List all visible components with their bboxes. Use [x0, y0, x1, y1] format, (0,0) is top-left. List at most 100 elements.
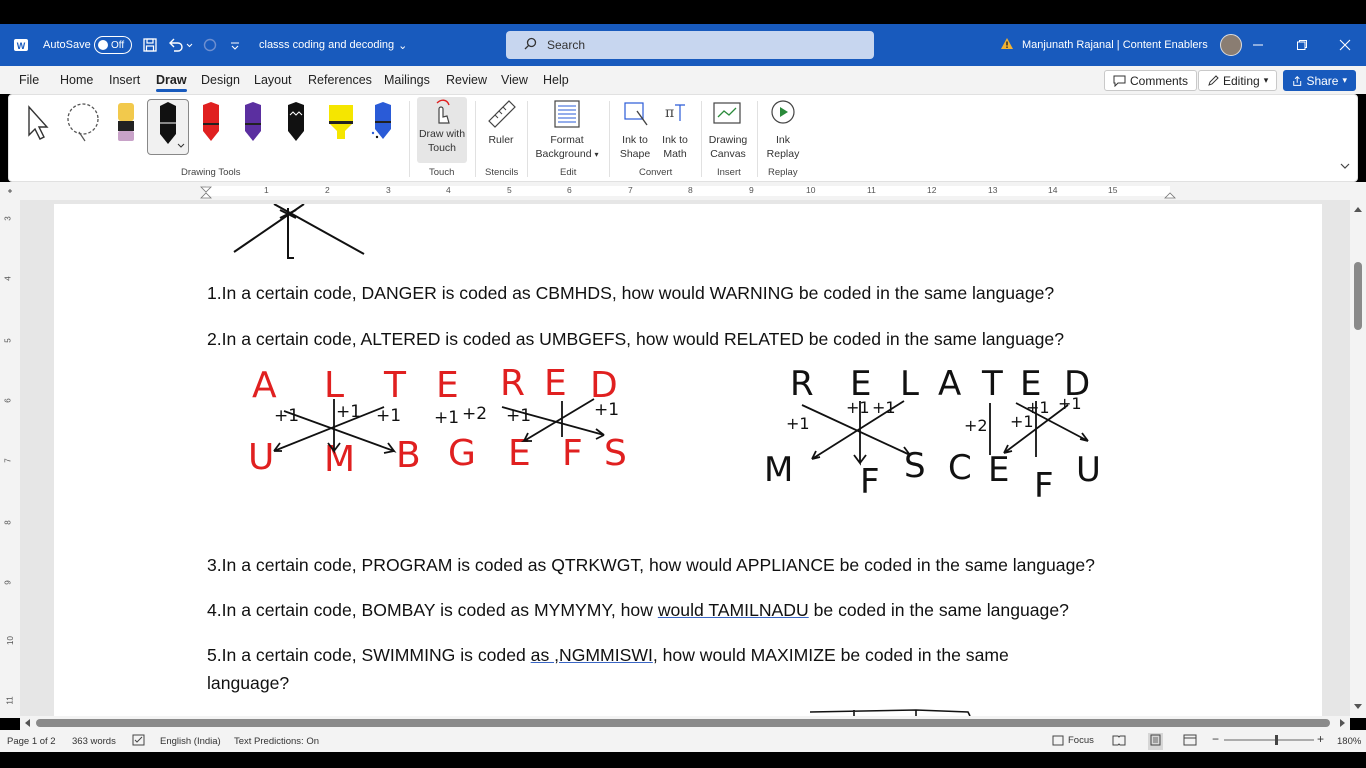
highlighter-yellow-tool[interactable]	[327, 101, 353, 143]
text-predictions[interactable]: Text Predictions: On	[234, 736, 319, 747]
tab-help[interactable]: Help	[543, 73, 569, 87]
ink-mark: +1	[872, 398, 896, 417]
collapse-ribbon-button[interactable]	[1339, 161, 1351, 174]
tab-layout[interactable]: Layout	[254, 73, 292, 87]
autosave-toggle[interactable]: Off	[94, 24, 132, 66]
redo-icon[interactable]	[202, 24, 218, 66]
ruler-button[interactable]: Ruler	[481, 97, 521, 147]
spelling-flag[interactable]: as ,NGMMISWI	[531, 645, 653, 665]
ruler-number: 6	[3, 398, 13, 403]
pen-galaxy-tool[interactable]	[370, 101, 392, 143]
scroll-thumb[interactable]	[36, 719, 1330, 727]
ink-letter: T	[383, 365, 407, 406]
close-button[interactable]	[1325, 24, 1365, 66]
tab-file[interactable]: File	[19, 73, 39, 87]
web-layout-icon[interactable]	[1183, 734, 1197, 749]
pen-purple-tool[interactable]	[242, 101, 264, 143]
tab-insert[interactable]: Insert	[109, 73, 140, 87]
document-canvas[interactable]: 1.In a certain code, DANGER is coded as …	[20, 200, 1350, 718]
ruler-number: 11	[5, 696, 15, 705]
pen-purple-icon	[245, 102, 261, 141]
ruler-number: 15	[1108, 185, 1118, 195]
selected-pen-tool[interactable]	[147, 99, 189, 155]
drawing-canvas-label-2: Canvas	[710, 148, 746, 160]
user-area[interactable]: Manjunath Rajanal | Content Enablers	[1000, 24, 1242, 66]
tab-home[interactable]: Home	[60, 73, 93, 87]
divider	[409, 101, 410, 177]
word-logo-icon: W	[13, 24, 29, 66]
pen-black-tool[interactable]	[285, 101, 307, 143]
document-page[interactable]: 1.In a certain code, DANGER is coded as …	[54, 204, 1322, 718]
ink-mark: +1	[594, 400, 619, 420]
ink-letter: A	[252, 365, 277, 406]
pen-red-icon	[203, 102, 219, 141]
share-button[interactable]: Share ▾	[1283, 70, 1356, 91]
divider	[527, 101, 528, 177]
document-title[interactable]: classs coding and decoding ⌄	[259, 24, 407, 66]
ruler-number: 3	[386, 185, 391, 195]
ruler-number: 13	[988, 185, 998, 195]
ink-to-math-button[interactable]: π Ink to Math	[655, 97, 695, 161]
editing-mode-button[interactable]: Editing ▾	[1198, 70, 1278, 91]
ink-replay-button[interactable]: Ink Replay	[763, 97, 803, 161]
ink-mark: +1	[786, 414, 810, 433]
scroll-thumb[interactable]	[1354, 262, 1362, 330]
restore-icon	[1297, 40, 1307, 50]
zoom-out-button[interactable]: −	[1212, 732, 1219, 746]
language[interactable]: English (India)	[160, 736, 221, 747]
undo-icon[interactable]	[167, 24, 193, 66]
ruler-number: 10	[5, 636, 15, 645]
vertical-scrollbar[interactable]	[1350, 200, 1366, 718]
focus-button[interactable]: Focus	[1052, 735, 1094, 746]
ink-letter: S	[604, 433, 627, 474]
tab-references[interactable]: References	[308, 73, 372, 87]
page-count[interactable]: Page 1 of 2	[7, 736, 56, 747]
pencil-icon	[1208, 74, 1219, 86]
ink-sketch-top	[233, 204, 365, 259]
tab-mailings[interactable]: Mailings	[384, 73, 430, 87]
ink-letter: F	[1034, 466, 1054, 504]
restore-button[interactable]	[1282, 24, 1322, 66]
tab-draw[interactable]: Draw	[156, 73, 187, 92]
ink-mark: +1	[336, 402, 361, 422]
ruler-number: 7	[3, 458, 13, 463]
divider	[475, 101, 476, 177]
draw-with-touch-button[interactable]: Draw with Touch	[417, 97, 467, 163]
customize-toolbar-icon[interactable]	[230, 24, 240, 66]
proofing-icon[interactable]	[132, 734, 145, 749]
minimize-button[interactable]	[1238, 24, 1278, 66]
print-layout-icon[interactable]	[1148, 733, 1163, 750]
tab-design[interactable]: Design	[201, 73, 240, 87]
ink-to-shape-button[interactable]: Ink to Shape	[615, 97, 655, 161]
lasso-select-button[interactable]	[63, 101, 103, 147]
select-tool-button[interactable]	[23, 103, 53, 145]
spelling-flag[interactable]: would TAMILNADU	[658, 600, 809, 620]
pen-galaxy-icon	[371, 102, 391, 139]
save-icon[interactable]	[142, 24, 158, 66]
ink-mark: +1	[1026, 398, 1050, 417]
scroll-up-icon	[1354, 207, 1362, 212]
format-background-button[interactable]: Format Background ▾	[531, 97, 603, 162]
pen-red-tool[interactable]	[200, 101, 222, 143]
read-mode-icon[interactable]	[1112, 734, 1126, 749]
word-count[interactable]: 363 words	[72, 736, 116, 747]
tab-review[interactable]: Review	[446, 73, 487, 87]
pencil-tool[interactable]	[115, 101, 137, 143]
group-label-stencils: Stencils	[485, 167, 519, 178]
ruler-number: 5	[3, 338, 13, 343]
comment-icon	[1113, 75, 1126, 87]
comments-button[interactable]: Comments	[1104, 70, 1198, 91]
search-input[interactable]: Search	[506, 31, 874, 59]
vertical-ruler[interactable]: 3 4 5 6 7 8 9 10 11	[0, 200, 20, 718]
close-icon	[1339, 39, 1351, 51]
scroll-left-icon	[25, 719, 30, 727]
zoom-slider[interactable]	[1224, 734, 1314, 749]
tab-view[interactable]: View	[501, 73, 528, 87]
zoom-level[interactable]: 180%	[1337, 736, 1361, 747]
ink-to-math-icon: π	[665, 104, 685, 121]
zoom-in-button[interactable]: +	[1317, 732, 1324, 746]
drawing-canvas-button[interactable]: Drawing Canvas	[705, 97, 751, 161]
horizontal-ruler[interactable]: 1 2 3 4 5 6 7 8 9 10 11 12 13 14 15	[0, 182, 1366, 200]
ink-mark: +1	[846, 398, 870, 417]
horizontal-scrollbar[interactable]	[20, 716, 1350, 730]
